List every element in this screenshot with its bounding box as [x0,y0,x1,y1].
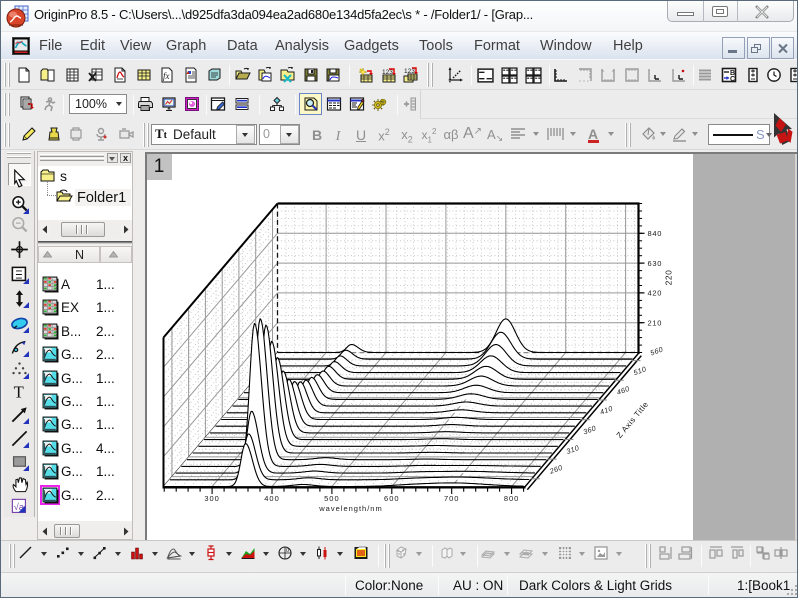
svg-text:360: 360 [581,423,596,436]
svg-text:600: 600 [384,494,400,503]
svg-text:0: 0 [286,548,289,554]
svg-text:210: 210 [647,318,662,327]
svg-text:460: 460 [615,383,630,396]
svg-text:800: 800 [503,494,519,503]
svg-text:560: 560 [648,344,663,357]
svg-text:fx: fx [163,71,170,81]
svg-text:Z Axis Title: Z Axis Title [614,399,650,439]
svg-text:wavelength/nm: wavelength/nm [318,504,382,513]
svg-text:420: 420 [647,288,662,297]
svg-text:123: 123 [382,69,393,76]
svg-text:123: 123 [404,68,415,75]
svg-text:700: 700 [443,494,459,503]
svg-text:300: 300 [204,494,220,503]
svg-text:260: 260 [547,462,563,475]
svg-text:840: 840 [647,229,662,238]
svg-text:410: 410 [598,403,613,416]
svg-text:220: 220 [663,269,673,285]
svg-text:310: 310 [565,443,580,456]
svg-text:500: 500 [324,494,340,503]
svg-text:630: 630 [647,258,662,267]
svg-text:T: T [14,382,24,401]
svg-text:C: C [730,76,735,83]
svg-text:400: 400 [264,494,280,503]
svg-text:510: 510 [632,364,647,377]
